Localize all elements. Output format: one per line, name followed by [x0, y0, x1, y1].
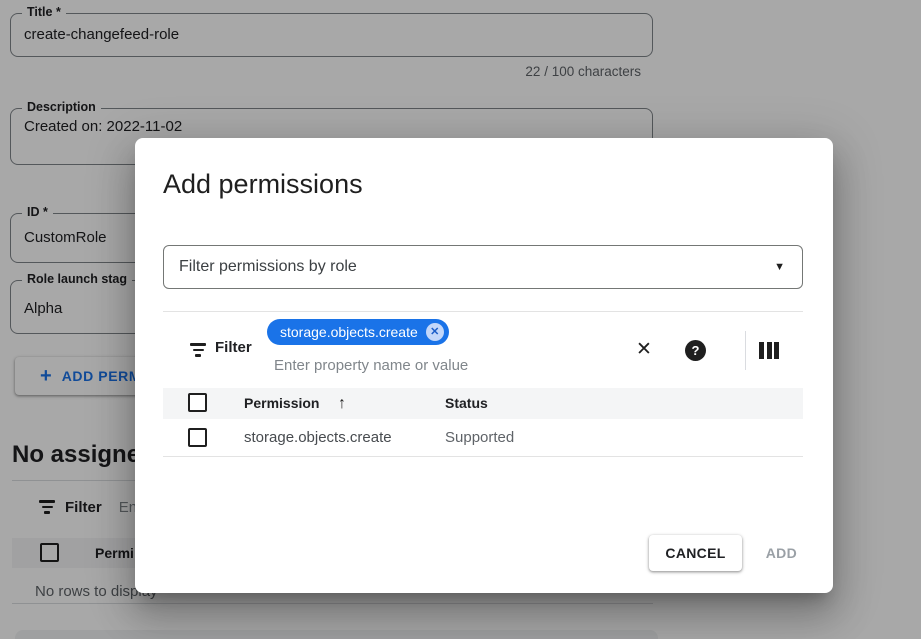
permission-cell: storage.objects.create [244, 419, 392, 457]
permission-column-header[interactable]: Permission ↑ [244, 388, 346, 419]
status-cell: Supported [445, 419, 514, 457]
help-icon[interactable]: ? [685, 340, 706, 361]
column-display-icon[interactable] [759, 342, 779, 359]
add-button[interactable]: ADD [766, 535, 797, 571]
chip-remove-icon[interactable]: ✕ [426, 323, 444, 341]
filter-label: Filter [215, 339, 252, 356]
table-row[interactable]: storage.objects.create Supported [163, 419, 803, 457]
add-permissions-dialog: Add permissions Filter permissions by ro… [135, 138, 833, 593]
filter-chip-label: storage.objects.create [280, 324, 418, 340]
role-filter-dropdown[interactable]: Filter permissions by role ▼ [163, 245, 803, 289]
row-checkbox[interactable] [188, 428, 207, 447]
role-filter-placeholder: Filter permissions by role [179, 246, 357, 288]
select-all-checkbox[interactable] [188, 393, 207, 412]
permissions-table-header: Permission ↑ Status [163, 388, 803, 419]
toolbar-divider [745, 331, 746, 370]
sort-ascending-icon: ↑ [338, 395, 346, 412]
cancel-button[interactable]: CANCEL [649, 535, 742, 571]
page: Title * create-changefeed-role 22 / 100 … [0, 0, 921, 639]
chevron-down-icon: ▼ [774, 246, 785, 288]
clear-filter-icon[interactable]: ✕ [636, 338, 652, 361]
filter-funnel-icon [189, 343, 207, 357]
permissions-filter-toolbar: Filter storage.objects.create ✕ Enter pr… [163, 311, 803, 388]
filter-chip[interactable]: storage.objects.create ✕ [267, 319, 449, 345]
permission-column-label: Permission [244, 395, 319, 411]
status-column-header[interactable]: Status [445, 388, 488, 419]
filter-input[interactable]: Enter property name or value [274, 357, 468, 374]
dialog-title: Add permissions [163, 169, 363, 200]
